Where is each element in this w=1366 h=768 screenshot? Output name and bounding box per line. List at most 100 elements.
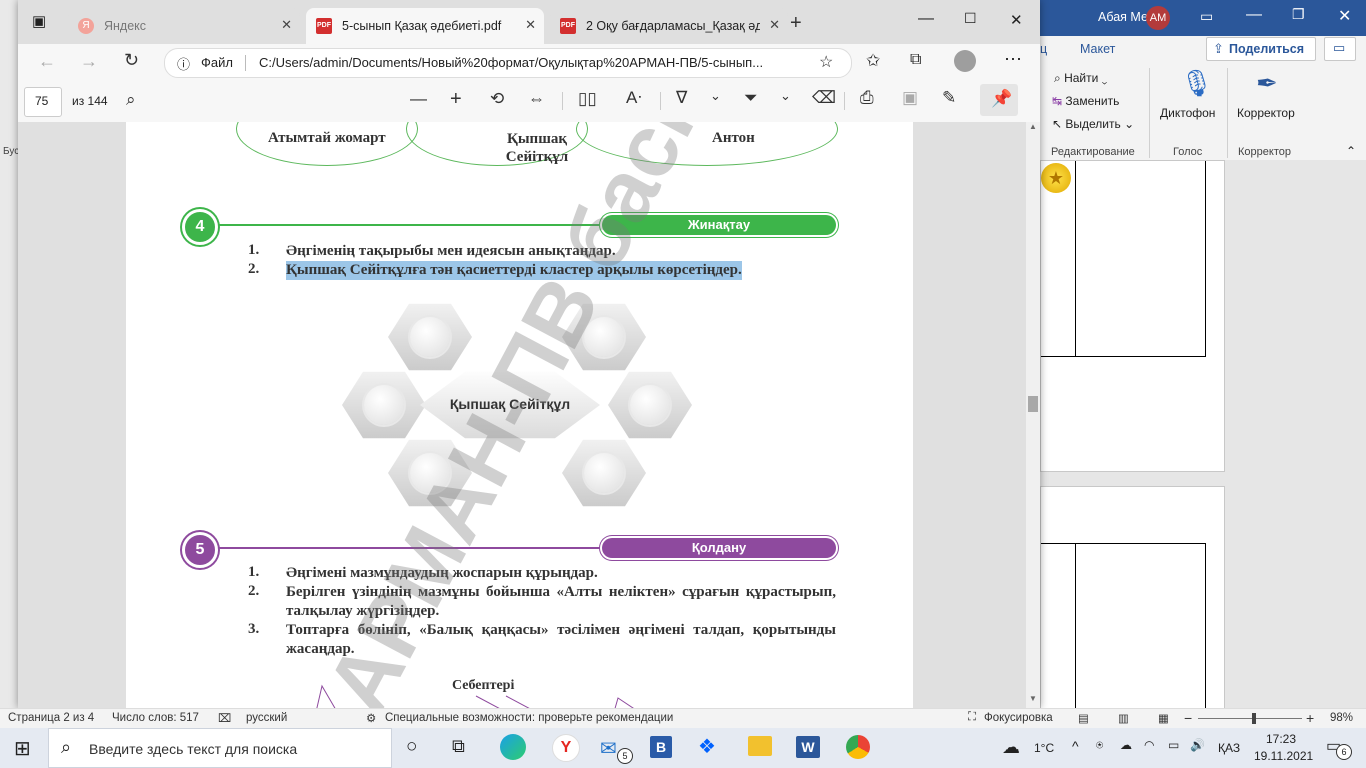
scrollbar-thumb[interactable]: [1028, 396, 1038, 412]
zoom-level[interactable]: 98%: [1330, 712, 1353, 724]
ribbon-display-icon[interactable]: ▭: [1200, 8, 1213, 25]
restore-icon[interactable]: ❐: [1292, 6, 1305, 23]
save-icon[interactable]: ▣: [902, 88, 918, 108]
find-button[interactable]: ⌕ Найти ⌄: [1054, 71, 1107, 86]
tab-program[interactable]: PDF 2 Оқу бағдарламасы_Қазақ әде ✕: [550, 8, 788, 44]
add-favorite-icon[interactable]: ☆: [819, 52, 833, 72]
new-tab-icon[interactable]: +: [790, 12, 802, 35]
eraser-icon[interactable]: ⌫: [812, 88, 836, 108]
list-item-selected[interactable]: Қыпшақ Сейітқұлға тән қасиеттерді класте…: [286, 261, 742, 280]
highlight-icon[interactable]: ⏷: [744, 88, 758, 108]
wifi-icon[interactable]: ◠: [1144, 738, 1154, 752]
tray-app-icon[interactable]: ⍟: [1096, 738, 1103, 753]
maximize-icon[interactable]: ☐: [964, 10, 977, 27]
profile-icon[interactable]: [954, 50, 976, 72]
network-icon[interactable]: ▭: [1168, 738, 1179, 752]
tab-partial[interactable]: ц: [1040, 42, 1047, 56]
scroll-down-icon[interactable]: ▼: [1029, 694, 1037, 703]
tab-yandex[interactable]: Я Яндекс ✕: [68, 8, 300, 44]
tab-actions-icon[interactable]: ▣: [32, 12, 46, 30]
read-aloud-icon[interactable]: Aᐧ: [626, 88, 642, 108]
yandex-browser-icon[interactable]: Y: [552, 734, 580, 762]
cortana-icon[interactable]: ○: [406, 736, 417, 758]
editor-label: Корректор: [1237, 106, 1295, 120]
share-button[interactable]: ⇪ Поделиться: [1206, 37, 1316, 61]
print-layout-icon[interactable]: ▥: [1118, 711, 1129, 725]
page-view-icon[interactable]: ▯▯: [578, 89, 597, 109]
rotate-icon[interactable]: ⟲: [490, 89, 504, 109]
replace-label: Заменить: [1065, 94, 1120, 108]
close-window-icon[interactable]: ✕: [1010, 11, 1023, 29]
close-icon[interactable]: ✕: [281, 17, 292, 33]
favorites-icon[interactable]: ✩: [866, 51, 880, 71]
zoom-in-icon[interactable]: +: [1306, 710, 1314, 726]
weather-icon[interactable]: ☁: [1002, 737, 1020, 758]
zoom-in-icon[interactable]: +: [450, 88, 462, 111]
close-icon[interactable]: ✕: [769, 17, 780, 33]
volume-icon[interactable]: 🔊: [1190, 738, 1205, 752]
proofing-icon[interactable]: ⌧: [218, 711, 231, 725]
zoom-slider[interactable]: [1198, 713, 1302, 724]
input-language[interactable]: ҚАЗ: [1218, 741, 1240, 755]
replace-button[interactable]: ↹ Заменить: [1052, 94, 1119, 108]
minimize-icon[interactable]: —: [1246, 6, 1262, 24]
collections-icon[interactable]: ⧉: [910, 51, 921, 69]
minimize-icon[interactable]: —: [918, 10, 934, 28]
accessibility-status[interactable]: Специальные возможности: проверьте реком…: [385, 712, 673, 724]
comments-button[interactable]: ▭: [1324, 37, 1356, 61]
collapse-ribbon-icon[interactable]: ⌃: [1346, 144, 1356, 158]
zoom-out-icon[interactable]: —: [410, 89, 427, 109]
dropbox-icon[interactable]: ❖: [698, 734, 716, 759]
tab-pdf-active[interactable]: PDF 5-сынып Қазақ әдебиеті.pdf ✕: [306, 8, 544, 44]
clock-date[interactable]: 19.11.2021: [1254, 749, 1313, 763]
chevron-down-icon[interactable]: ⌄: [710, 88, 721, 104]
draw-icon[interactable]: ∇: [676, 88, 687, 108]
close-icon[interactable]: ✕: [525, 17, 536, 33]
task-view-icon[interactable]: ⧉: [452, 736, 465, 757]
word-page: [1040, 486, 1225, 710]
word-count[interactable]: Число слов: 517: [112, 712, 199, 724]
dictate-button[interactable]: 🎙 Диктофон: [1156, 66, 1220, 146]
url-field[interactable]: ⓘ Файл C:/Users/admin/Documents/Новый%20…: [164, 48, 852, 78]
pin-toolbar-button[interactable]: 📌: [980, 84, 1018, 116]
taskbar-search[interactable]: ⌕ Введите здесь текст для поиска: [48, 728, 392, 768]
fit-page-icon[interactable]: ⇔: [528, 89, 545, 109]
word-taskbar-icon[interactable]: W: [796, 736, 820, 758]
windows-start-icon[interactable]: ⊞: [14, 736, 31, 761]
print-icon[interactable]: ⎙: [860, 88, 874, 108]
file-explorer-icon[interactable]: [748, 736, 772, 756]
avatar[interactable]: AM: [1146, 6, 1170, 30]
back-icon[interactable]: ←: [38, 51, 56, 72]
refresh-icon[interactable]: ↻: [124, 50, 139, 71]
star-icon: ★: [1041, 163, 1071, 193]
cloud-icon[interactable]: ☁: [1120, 738, 1132, 752]
more-icon[interactable]: ⋯: [1004, 49, 1022, 70]
mail-icon[interactable]: ✉: [600, 736, 617, 761]
b-app-icon[interactable]: B: [650, 736, 672, 758]
forward-icon[interactable]: →: [80, 51, 98, 72]
page-count[interactable]: Страница 2 из 4: [8, 712, 94, 724]
page-number-input[interactable]: 75: [24, 87, 62, 117]
cluster-circle: [584, 453, 624, 493]
zoom-slider-thumb[interactable]: [1252, 713, 1256, 724]
clock-time[interactable]: 17:23: [1266, 732, 1296, 746]
scroll-up-icon[interactable]: ▲: [1029, 122, 1037, 131]
edge-taskbar-icon[interactable]: [500, 734, 526, 760]
editor-button[interactable]: ✒ Корректор: [1234, 66, 1300, 146]
web-layout-icon[interactable]: ▦: [1158, 711, 1169, 725]
language[interactable]: русский: [246, 712, 287, 724]
chrome-icon[interactable]: [846, 735, 870, 759]
weather-temp[interactable]: 1°C: [1034, 741, 1054, 755]
search-icon[interactable]: ⌕: [126, 90, 136, 110]
close-icon[interactable]: ✕: [1338, 6, 1351, 26]
tab-layout[interactable]: Макет: [1080, 42, 1115, 56]
chevron-down-icon[interactable]: ⌄: [780, 88, 791, 104]
read-mode-icon[interactable]: ▤: [1078, 711, 1089, 725]
vertical-scrollbar[interactable]: ▲ ▼: [1026, 122, 1040, 708]
left-edge-text: Бус: [3, 146, 20, 157]
zoom-out-icon[interactable]: −: [1184, 710, 1192, 726]
save-as-icon[interactable]: ✎: [942, 88, 956, 108]
chevron-up-icon[interactable]: ^: [1072, 738, 1079, 754]
focus-mode[interactable]: Фокусировка: [984, 712, 1053, 724]
select-button[interactable]: ↖ Выделить ⌄: [1052, 117, 1134, 131]
